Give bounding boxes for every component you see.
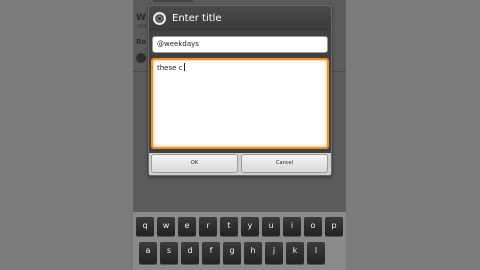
key-h[interactable]: h xyxy=(244,242,262,264)
note-body-input[interactable]: these c xyxy=(151,58,329,149)
dialog-button-bar: OK Cancel xyxy=(149,153,331,175)
key-p[interactable]: p xyxy=(325,217,343,236)
background-radio-icon xyxy=(136,53,146,63)
dialog-title: Enter title xyxy=(172,13,222,24)
key-u[interactable]: u xyxy=(262,217,280,236)
key-a[interactable]: a xyxy=(139,242,157,264)
key-y[interactable]: y xyxy=(241,217,259,236)
keyboard-row-1: q w e r t y u i o p xyxy=(136,217,346,239)
cancel-button[interactable]: Cancel xyxy=(241,154,328,173)
key-s[interactable]: s xyxy=(160,242,178,264)
background-list-subtitle xyxy=(137,24,147,28)
background-list-title: W xyxy=(136,13,146,23)
dialog-body: @weekdays these c xyxy=(149,31,331,153)
dialog-title-bar: Enter title xyxy=(149,6,331,31)
key-i[interactable]: i xyxy=(283,217,301,236)
key-q[interactable]: q xyxy=(136,217,154,236)
key-k[interactable]: k xyxy=(286,242,304,264)
key-w[interactable]: w xyxy=(157,217,175,236)
key-j[interactable]: j xyxy=(265,242,283,264)
soft-keyboard: q w e r t y u i o p a s d f g h j k l xyxy=(133,212,346,270)
key-r[interactable]: r xyxy=(199,217,217,236)
title-input[interactable]: @weekdays xyxy=(152,36,328,53)
key-f[interactable]: f xyxy=(202,242,220,264)
enter-title-dialog: Enter title @weekdays these c OK Cancel xyxy=(148,5,332,176)
dialog-info-icon xyxy=(153,12,166,25)
key-o[interactable]: o xyxy=(304,217,322,236)
screen: W Ro Enter title @weekdays these c OK Ca… xyxy=(0,0,480,270)
note-body-text: these c xyxy=(157,64,183,72)
text-cursor xyxy=(183,63,185,71)
key-l[interactable]: l xyxy=(307,242,325,264)
key-d[interactable]: d xyxy=(181,242,199,264)
key-e[interactable]: e xyxy=(178,217,196,236)
ok-button[interactable]: OK xyxy=(151,154,238,173)
background-list-label: Ro xyxy=(136,38,147,46)
keyboard-row-2: a s d f g h j k l xyxy=(139,242,328,264)
status-fragment xyxy=(153,0,193,2)
key-g[interactable]: g xyxy=(223,242,241,264)
key-t[interactable]: t xyxy=(220,217,238,236)
